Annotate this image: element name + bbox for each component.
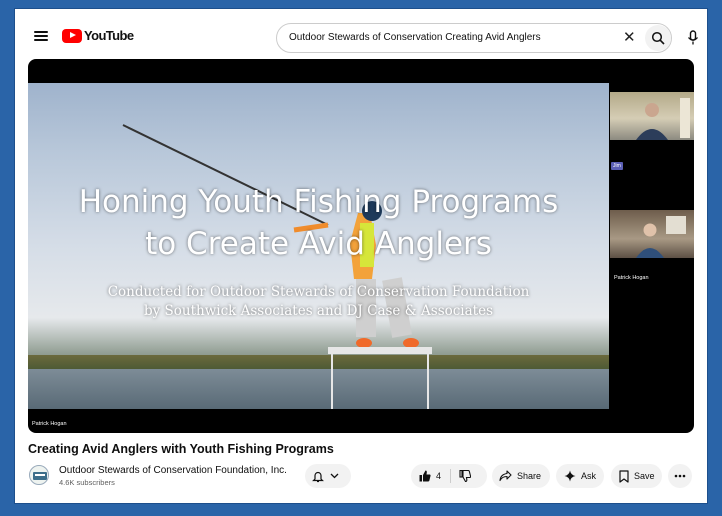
slide-title: Honing Youth Fishing Programs to Create … [28, 181, 609, 265]
search-input[interactable]: Outdoor Stewards of Conservation Creatin… [289, 32, 541, 43]
channel-avatar[interactable] [29, 465, 49, 485]
hamburger-icon[interactable] [34, 31, 48, 41]
presentation-slide: Honing Youth Fishing Programs to Create … [28, 83, 609, 409]
bookmark-icon [619, 469, 629, 483]
ask-label: Ask [581, 471, 597, 481]
notification-button[interactable] [305, 464, 351, 488]
share-label: Share [517, 471, 542, 481]
save-label: Save [634, 471, 655, 481]
like-divider [450, 469, 452, 483]
presenter-label: Patrick Hogan [32, 421, 67, 427]
search-bar[interactable]: Outdoor Stewards of Conservation Creatin… [276, 23, 672, 53]
slide-title-line-1: Honing Youth Fishing Programs [78, 184, 559, 220]
slide-title-line-2: to Create Avid Anglers [145, 226, 492, 262]
participant-tag: Jim [611, 162, 623, 170]
close-icon[interactable]: ✕ [623, 29, 636, 47]
search-button[interactable] [645, 25, 671, 51]
slide-subtitle-line-2: by Southwick Associates and DJ Case & As… [143, 303, 494, 319]
channel-name[interactable]: Outdoor Stewards of Conservation Foundat… [59, 465, 287, 476]
more-actions-button[interactable] [668, 464, 692, 488]
like-count: 4 [436, 471, 442, 481]
share-icon [499, 470, 512, 482]
participant-silhouette [636, 98, 690, 140]
chevron-down-icon [330, 473, 339, 479]
thumbs-up-icon[interactable] [419, 470, 431, 482]
slide-subtitle-line-1: Conducted for Outdoor Stewards of Conser… [107, 284, 530, 300]
more-horizontal-icon [674, 474, 686, 478]
thumbs-down-icon[interactable] [459, 470, 472, 482]
browser-frame: YouTube Outdoor Stewards of Conservation… [14, 8, 708, 504]
youtube-wordmark: YouTube [84, 28, 134, 43]
search-icon [651, 31, 665, 45]
participant-silhouette [636, 216, 686, 258]
ask-button[interactable]: Ask [556, 464, 604, 488]
participant-video-1 [610, 92, 694, 140]
share-button[interactable]: Share [492, 464, 550, 488]
subscriber-count: 4.6K subscribers [59, 478, 115, 487]
video-player[interactable]: Honing Youth Fishing Programs to Create … [28, 59, 694, 433]
participant-video-2 [610, 210, 694, 258]
like-dislike-group: 4 [411, 464, 487, 488]
youtube-play-icon [62, 28, 82, 43]
youtube-logo[interactable]: YouTube [62, 28, 134, 43]
sparkle-icon [564, 470, 576, 482]
bell-icon [312, 471, 324, 482]
mic-icon[interactable] [687, 30, 699, 46]
masthead: YouTube Outdoor Stewards of Conservation… [15, 9, 707, 61]
video-title: Creating Avid Anglers with Youth Fishing… [28, 442, 334, 456]
save-button[interactable]: Save [611, 464, 662, 488]
slide-subtitle: Conducted for Outdoor Stewards of Conser… [28, 283, 609, 321]
channel-logo [33, 472, 47, 480]
participant-name: Patrick Hogan [614, 275, 649, 281]
